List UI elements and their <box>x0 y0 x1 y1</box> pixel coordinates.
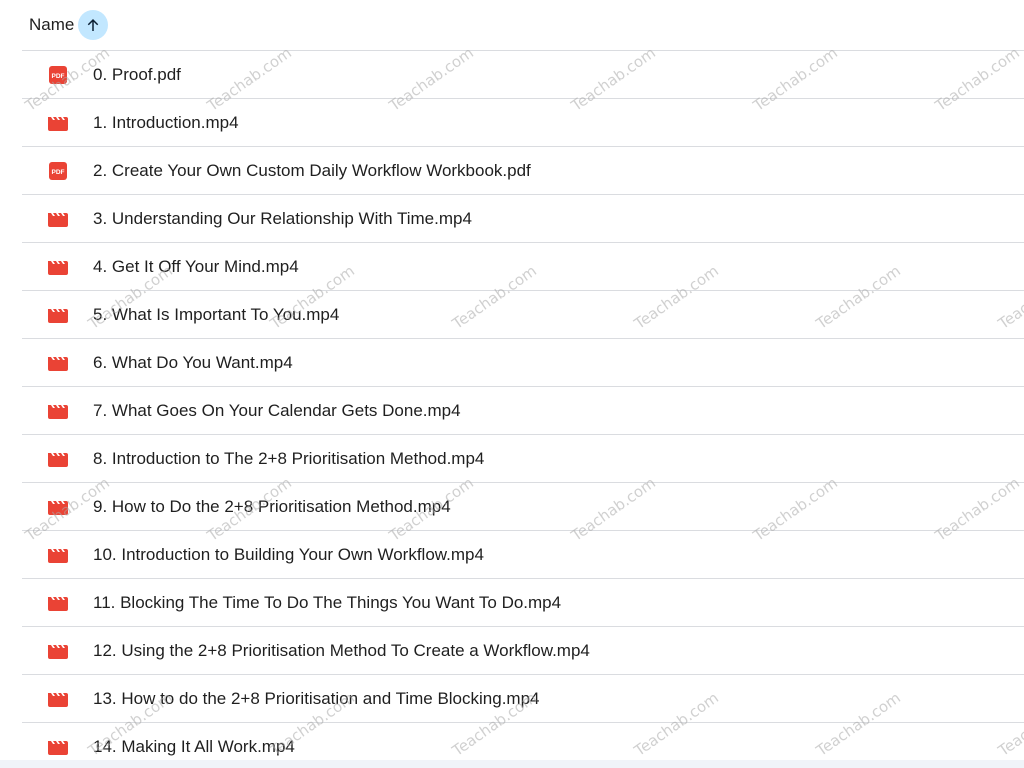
svg-text:PDF: PDF <box>52 73 65 80</box>
video-file-icon <box>47 497 69 517</box>
video-file-icon <box>47 689 69 709</box>
file-name: 12. Using the 2+8 Prioritisation Method … <box>93 640 590 660</box>
video-file-icon <box>47 353 69 373</box>
video-file-icon <box>47 209 69 229</box>
pdf-icon: PDF <box>47 161 69 181</box>
file-name: 3. Understanding Our Relationship With T… <box>93 208 472 228</box>
file-name: 5. What Is Important To You.mp4 <box>93 304 340 324</box>
video-file-icon <box>47 401 69 421</box>
file-name: 7. What Goes On Your Calendar Gets Done.… <box>93 400 461 420</box>
file-row[interactable]: 1. Introduction.mp4 <box>22 99 1024 147</box>
file-row[interactable]: PDF 2. Create Your Own Custom Daily Workf… <box>22 147 1024 195</box>
file-row[interactable]: 8. Introduction to The 2+8 Prioritisatio… <box>22 435 1024 483</box>
list-header: Name <box>22 0 1024 51</box>
video-file-icon <box>47 449 69 469</box>
file-name: 0. Proof.pdf <box>93 64 181 84</box>
file-list-view: Name PDF 0. Proof.pdf 1. Introduction.mp4 P… <box>0 0 1024 768</box>
file-list: PDF 0. Proof.pdf 1. Introduction.mp4 PDF 2. … <box>22 51 1024 768</box>
video-file-icon <box>47 737 69 757</box>
name-column-header[interactable]: Name <box>29 15 74 35</box>
file-name: 8. Introduction to The 2+8 Prioritisatio… <box>93 448 485 468</box>
file-name: 14. Making It All Work.mp4 <box>93 736 295 756</box>
file-row[interactable]: 7. What Goes On Your Calendar Gets Done.… <box>22 387 1024 435</box>
video-file-icon <box>47 113 69 133</box>
sort-ascending-button[interactable] <box>78 10 109 40</box>
file-name: 11. Blocking The Time To Do The Things Y… <box>93 592 562 612</box>
video-file-icon <box>47 641 69 661</box>
file-row[interactable]: 5. What Is Important To You.mp4 <box>22 291 1024 339</box>
video-file-icon <box>47 545 69 565</box>
file-row[interactable]: 4. Get It Off Your Mind.mp4 <box>22 243 1024 291</box>
bottom-edge <box>0 760 1024 768</box>
file-name: 13. How to do the 2+8 Prioritisation and… <box>93 688 540 708</box>
pdf-icon: PDF <box>47 65 69 85</box>
file-name: 6. What Do You Want.mp4 <box>93 352 293 372</box>
svg-text:PDF: PDF <box>52 169 65 176</box>
video-file-icon <box>47 593 69 613</box>
file-name: 10. Introduction to Building Your Own Wo… <box>93 544 484 564</box>
video-file-icon <box>47 257 69 277</box>
file-row[interactable]: 12. Using the 2+8 Prioritisation Method … <box>22 627 1024 675</box>
file-row[interactable]: 10. Introduction to Building Your Own Wo… <box>22 531 1024 579</box>
file-row[interactable]: 9. How to Do the 2+8 Prioritisation Meth… <box>22 483 1024 531</box>
video-file-icon <box>47 305 69 325</box>
file-row[interactable]: PDF 0. Proof.pdf <box>22 51 1024 99</box>
file-name: 4. Get It Off Your Mind.mp4 <box>93 256 299 276</box>
file-name: 9. How to Do the 2+8 Prioritisation Meth… <box>93 496 451 516</box>
arrow-upward-icon <box>88 19 99 31</box>
file-name: 2. Create Your Own Custom Daily Workflow… <box>93 160 531 180</box>
file-row[interactable]: 3. Understanding Our Relationship With T… <box>22 195 1024 243</box>
file-row[interactable]: 6. What Do You Want.mp4 <box>22 339 1024 387</box>
file-row[interactable]: 11. Blocking The Time To Do The Things Y… <box>22 579 1024 627</box>
file-name: 1. Introduction.mp4 <box>93 112 239 132</box>
file-row[interactable]: 13. How to do the 2+8 Prioritisation and… <box>22 675 1024 723</box>
